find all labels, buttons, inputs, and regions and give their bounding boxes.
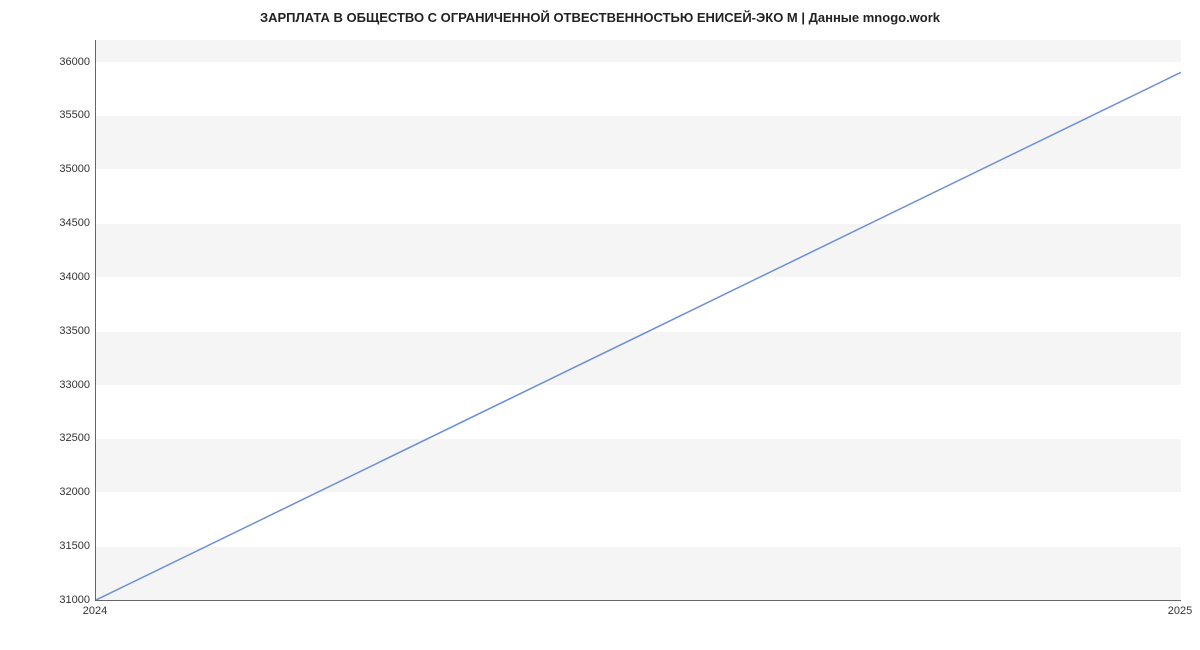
y-tick-label: 36000 (10, 56, 90, 68)
y-tick-label: 33500 (10, 325, 90, 337)
y-tick-label: 34500 (10, 217, 90, 229)
x-tick-label: 2024 (83, 605, 107, 617)
series-line (96, 72, 1181, 600)
chart-title: ЗАРПЛАТА В ОБЩЕСТВО С ОГРАНИЧЕННОЙ ОТВЕС… (0, 10, 1200, 25)
chart-container: ЗАРПЛАТА В ОБЩЕСТВО С ОГРАНИЧЕННОЙ ОТВЕС… (0, 0, 1200, 650)
gridline (96, 600, 1181, 601)
y-tick-label: 35500 (10, 109, 90, 121)
y-tick-label: 32000 (10, 486, 90, 498)
y-tick-label: 32500 (10, 432, 90, 444)
y-tick-label: 34000 (10, 271, 90, 283)
y-tick-label: 31500 (10, 540, 90, 552)
y-tick-label: 31000 (10, 594, 90, 606)
x-tick-label: 2025 (1168, 605, 1192, 617)
y-tick-label: 35000 (10, 163, 90, 175)
y-tick-label: 33000 (10, 379, 90, 391)
plot-area (95, 40, 1181, 601)
chart-line (96, 40, 1181, 600)
